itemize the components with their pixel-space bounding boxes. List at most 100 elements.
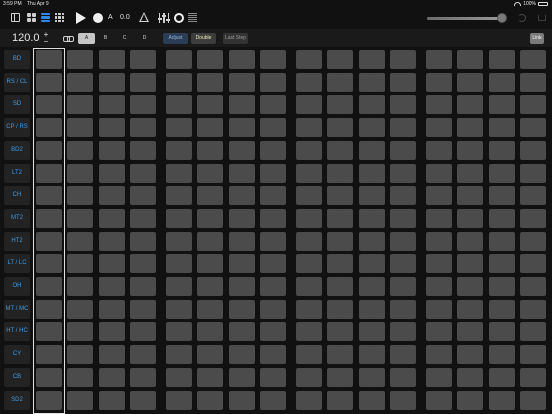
step-cell[interactable]: [457, 118, 483, 138]
step-cell[interactable]: [390, 208, 416, 228]
step-cell[interactable]: [390, 95, 416, 115]
step-cell[interactable]: [260, 299, 286, 319]
step-cell[interactable]: [197, 118, 223, 138]
step-cell[interactable]: [166, 231, 192, 251]
step-cell[interactable]: [327, 322, 353, 342]
step-cell[interactable]: [489, 72, 515, 92]
step-cell[interactable]: [67, 95, 93, 115]
step-cell[interactable]: [457, 390, 483, 410]
step-cell[interactable]: [260, 163, 286, 183]
step-cell[interactable]: [130, 186, 156, 206]
step-cell[interactable]: [166, 277, 192, 296]
step-cell[interactable]: [457, 163, 483, 183]
step-cell[interactable]: [296, 277, 322, 296]
step-cell[interactable]: [36, 118, 62, 138]
step-cell[interactable]: [457, 72, 483, 92]
step-cell[interactable]: [130, 140, 156, 160]
track-button[interactable]: LT / LC: [4, 254, 30, 274]
step-cell[interactable]: [36, 254, 62, 274]
step-cell[interactable]: [359, 95, 385, 115]
step-cell[interactable]: [520, 367, 546, 387]
step-cell[interactable]: [296, 299, 322, 319]
step-cell[interactable]: [327, 163, 353, 183]
step-cell[interactable]: [130, 118, 156, 138]
pattern-letter[interactable]: A: [108, 14, 113, 24]
step-cell[interactable]: [36, 163, 62, 183]
step-cell[interactable]: [36, 390, 62, 410]
step-cell[interactable]: [36, 50, 62, 69]
step-cell[interactable]: [489, 208, 515, 228]
step-cell[interactable]: [36, 72, 62, 92]
step-cell[interactable]: [197, 72, 223, 92]
step-cell[interactable]: [99, 390, 125, 410]
step-cell[interactable]: [296, 140, 322, 160]
step-cell[interactable]: [197, 186, 223, 206]
adjust-button[interactable]: Adjust: [163, 33, 188, 44]
redo-icon[interactable]: [518, 14, 526, 22]
step-cell[interactable]: [520, 345, 546, 365]
step-cell[interactable]: [260, 118, 286, 138]
step-cell[interactable]: [67, 367, 93, 387]
ring-icon[interactable]: [174, 13, 184, 23]
step-cell[interactable]: [520, 163, 546, 183]
step-cell[interactable]: [520, 208, 546, 228]
step-cell[interactable]: [426, 367, 452, 387]
step-cell[interactable]: [36, 140, 62, 160]
step-cell[interactable]: [99, 186, 125, 206]
step-cell[interactable]: [390, 367, 416, 387]
step-cell[interactable]: [327, 95, 353, 115]
step-cell[interactable]: [489, 299, 515, 319]
step-cell[interactable]: [260, 254, 286, 274]
step-cell[interactable]: [489, 95, 515, 115]
step-cell[interactable]: [260, 186, 286, 206]
step-cell[interactable]: [390, 277, 416, 296]
step-cell[interactable]: [36, 231, 62, 251]
step-cell[interactable]: [520, 277, 546, 296]
step-cell[interactable]: [296, 118, 322, 138]
step-cell[interactable]: [327, 367, 353, 387]
step-cell[interactable]: [36, 277, 62, 296]
step-cell[interactable]: [99, 118, 125, 138]
step-cell[interactable]: [457, 95, 483, 115]
step-cell[interactable]: [390, 254, 416, 274]
step-cell[interactable]: [36, 367, 62, 387]
step-cell[interactable]: [197, 390, 223, 410]
step-cell[interactable]: [67, 345, 93, 365]
step-cell[interactable]: [296, 208, 322, 228]
track-button[interactable]: SD2: [4, 390, 30, 410]
lines-icon[interactable]: [188, 13, 197, 22]
step-cell[interactable]: [390, 322, 416, 342]
step-cell[interactable]: [197, 95, 223, 115]
step-cell[interactable]: [229, 231, 255, 251]
step-cell[interactable]: [197, 345, 223, 365]
step-cell[interactable]: [296, 322, 322, 342]
step-cell[interactable]: [130, 299, 156, 319]
step-cell[interactable]: [489, 163, 515, 183]
step-cell[interactable]: [197, 277, 223, 296]
step-cell[interactable]: [296, 345, 322, 365]
track-button[interactable]: CP / RS: [4, 118, 30, 138]
step-cell[interactable]: [426, 50, 452, 69]
step-cell[interactable]: [457, 254, 483, 274]
step-cell[interactable]: [260, 345, 286, 365]
step-cell[interactable]: [99, 95, 125, 115]
step-cell[interactable]: [390, 72, 416, 92]
value-readout[interactable]: 0.0: [120, 14, 130, 24]
step-cell[interactable]: [520, 299, 546, 319]
step-cell[interactable]: [457, 345, 483, 365]
step-cell[interactable]: [426, 254, 452, 274]
step-cell[interactable]: [36, 299, 62, 319]
step-cell[interactable]: [457, 140, 483, 160]
step-cell[interactable]: [359, 208, 385, 228]
share-icon[interactable]: [538, 15, 546, 21]
step-cell[interactable]: [390, 390, 416, 410]
step-cell[interactable]: [296, 186, 322, 206]
step-cell[interactable]: [260, 140, 286, 160]
step-cell[interactable]: [489, 322, 515, 342]
step-cell[interactable]: [489, 186, 515, 206]
step-cell[interactable]: [130, 163, 156, 183]
step-cell[interactable]: [67, 72, 93, 92]
step-cell[interactable]: [296, 163, 322, 183]
step-cell[interactable]: [67, 277, 93, 296]
step-cell[interactable]: [166, 118, 192, 138]
